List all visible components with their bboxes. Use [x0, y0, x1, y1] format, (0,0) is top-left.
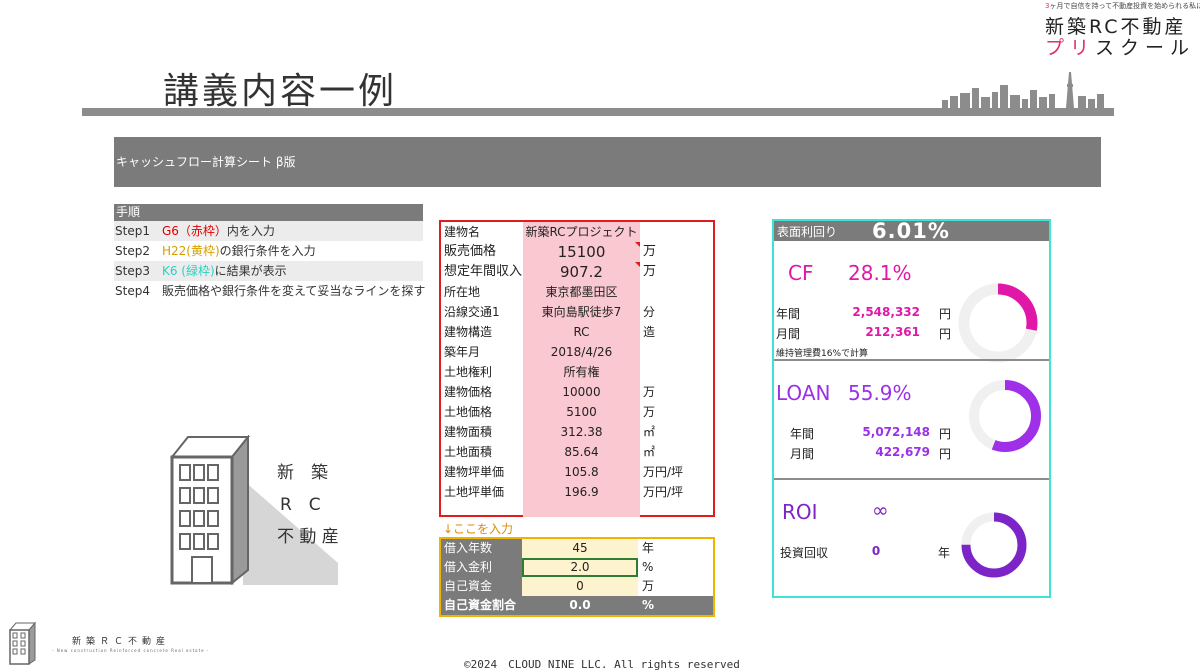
- title-underline-bar: [82, 108, 1114, 116]
- cf-note: 維持管理費16%で計算: [776, 349, 869, 359]
- loan-section: LOAN 55.9% 年間 5,072,148 円 月間 422,679 円: [774, 359, 1049, 479]
- land-rights-cell[interactable]: 所有権: [523, 362, 640, 382]
- transit-cell[interactable]: 東向島駅徒歩7: [523, 302, 640, 322]
- table-row: 建物構造 RC 造: [441, 322, 713, 342]
- cf-annual-label: 年間: [776, 307, 801, 321]
- loan-donut-chart: [969, 380, 1041, 452]
- loan-input-table: 借入年数 45 年 借入金利 2.0% 自己資金 0 万 自己資金割合 0.0%: [439, 537, 715, 617]
- land-price-cell[interactable]: 5100: [523, 402, 640, 422]
- payback-label: 投資回収: [780, 546, 829, 560]
- city-skyline-icon: [942, 72, 1104, 108]
- table-row: 自己資金 0 万: [441, 577, 713, 596]
- own-funds-ratio-cell: 0.0: [522, 596, 638, 615]
- results-panel: 表面利回り 6.01% CF 28.1% 年間 2,548,332 円 月間 2…: [772, 219, 1051, 598]
- input-hint: ↓ここを入力: [443, 522, 514, 536]
- interest-rate-cell[interactable]: 2.0: [522, 558, 638, 577]
- step-row: Step1 G6（赤枠）内を入力: [114, 221, 423, 241]
- table-row: 土地面積 85.64 ㎡: [441, 442, 713, 462]
- building-logo-icon: [169, 435, 338, 586]
- loan-annual-value: 5,072,148: [862, 425, 930, 439]
- table-row: 建物面積 312.38 ㎡: [441, 422, 713, 442]
- cf-annual-value: 2,548,332: [852, 305, 920, 319]
- own-funds-cell[interactable]: 0: [522, 577, 638, 596]
- cf-donut-chart: [958, 283, 1038, 363]
- location-cell[interactable]: 東京都墨田区: [523, 282, 640, 302]
- loan-annual-unit: 円: [939, 427, 952, 441]
- sheet-banner: キャッシュフロー計算シート β版: [114, 137, 1101, 187]
- cf-annual-unit: 円: [939, 307, 952, 321]
- table-row: 土地権利 所有権: [441, 362, 713, 382]
- table-row: 土地価格 5100 万: [441, 402, 713, 422]
- table-row: [441, 502, 713, 517]
- cf-label: CF: [788, 261, 814, 285]
- step-row: Step3 K6 (緑枠)に結果が表示: [114, 261, 423, 281]
- cf-monthly-unit: 円: [939, 327, 952, 341]
- tagline: 3ヶ月で自信を持って不動産投資を始められる私になる: [1045, 2, 1200, 10]
- steps-header: 手順: [114, 204, 423, 221]
- cf-percent: 28.1%: [848, 261, 912, 285]
- table-row: 想定年間収入 907.2 万: [444, 262, 657, 282]
- table-row: 所在地 東京都墨田区: [441, 282, 713, 302]
- land-area-cell[interactable]: 85.64: [523, 442, 640, 462]
- table-row: 土地坪単価 196.9 万円/坪: [441, 482, 713, 502]
- roi-value: ∞: [872, 498, 889, 522]
- structure-cell[interactable]: RC: [523, 322, 640, 342]
- table-row: 建物価格 10000 万: [441, 382, 713, 402]
- table-row: 借入金利 2.0%: [441, 558, 713, 577]
- cf-section: CF 28.1% 年間 2,548,332 円 月間 212,361 円 維持管…: [774, 241, 1049, 363]
- property-input-table: 建物名 新築RCプロジェクト 販売価格 15100 万 想定年間収入 907.2 万 所在…: [439, 220, 715, 517]
- loan-monthly-label: 月間: [790, 447, 815, 461]
- loan-monthly-value: 422,679: [875, 445, 930, 459]
- loan-percent: 55.9%: [848, 381, 912, 405]
- sale-price-cell[interactable]: 15100: [523, 242, 640, 262]
- table-row: 借入年数 45 年: [441, 539, 713, 558]
- steps-list: 手順 Step1 G6（赤枠）内を入力 Step2 H22(黄枠)の銀行条件を入…: [114, 204, 426, 301]
- payback-value: 0: [871, 544, 881, 558]
- loan-years-cell[interactable]: 45: [522, 539, 638, 558]
- land-tsubo-price-cell[interactable]: 196.9: [523, 482, 640, 502]
- yield-header: 表面利回り 6.01%: [774, 219, 1049, 243]
- footer-brand: 新築ＲＣ不動産: [72, 637, 171, 647]
- building-name-cell[interactable]: 新築RCプロジェクト: [523, 222, 640, 242]
- roi-donut-chart: [961, 512, 1027, 578]
- roi-label: ROI: [782, 500, 818, 524]
- copyright: ©2024 CLOUD NINE LLC. All rights reserve…: [464, 658, 740, 671]
- footer-building-icon: [8, 621, 37, 665]
- footer-subtitle: - New construction Reinforced concrete R…: [52, 648, 210, 653]
- building-text-line3: 不 動 産: [277, 527, 339, 547]
- loan-label: LOAN: [776, 381, 831, 405]
- table-row: 築年月 2018/4/26: [441, 342, 713, 362]
- building-area-cell[interactable]: 312.38: [523, 422, 640, 442]
- table-row: 自己資金割合 0.0%: [441, 596, 713, 615]
- building-tsubo-price-cell[interactable]: 105.8: [523, 462, 640, 482]
- roi-section: ROI ∞ 投資回収 0 年: [774, 478, 1049, 598]
- building-text-line1: 新 築: [277, 463, 328, 483]
- payback-unit: 年: [938, 546, 951, 560]
- built-date-cell[interactable]: 2018/4/26: [523, 342, 640, 362]
- step-row: Step4 販売価格や銀行条件を変えて妥当なラインを探す: [115, 284, 426, 298]
- table-row: 沿線交通1 東向島駅徒歩7 分: [441, 302, 713, 322]
- page-title: 講義内容一例: [163, 71, 398, 112]
- yield-value: 6.01%: [872, 219, 950, 243]
- table-row: 建物名 新築RCプロジェクト: [441, 222, 713, 242]
- brand-logo-line2: プリスクール: [1045, 37, 1196, 59]
- building-text-line2: R C: [280, 495, 321, 515]
- annual-income-cell[interactable]: 907.2: [523, 262, 640, 282]
- step-row: Step2 H22(黄枠)の銀行条件を入力: [115, 244, 316, 258]
- loan-annual-label: 年間: [790, 427, 815, 441]
- table-row: 販売価格 15100 万: [444, 242, 657, 262]
- cf-monthly-value: 212,361: [865, 325, 920, 339]
- cf-monthly-label: 月間: [776, 327, 801, 341]
- table-row: 建物坪単価 105.8 万円/坪: [441, 462, 713, 482]
- loan-monthly-unit: 円: [939, 447, 952, 461]
- yield-label: 表面利回り: [777, 224, 838, 239]
- building-price-cell[interactable]: 10000: [523, 382, 640, 402]
